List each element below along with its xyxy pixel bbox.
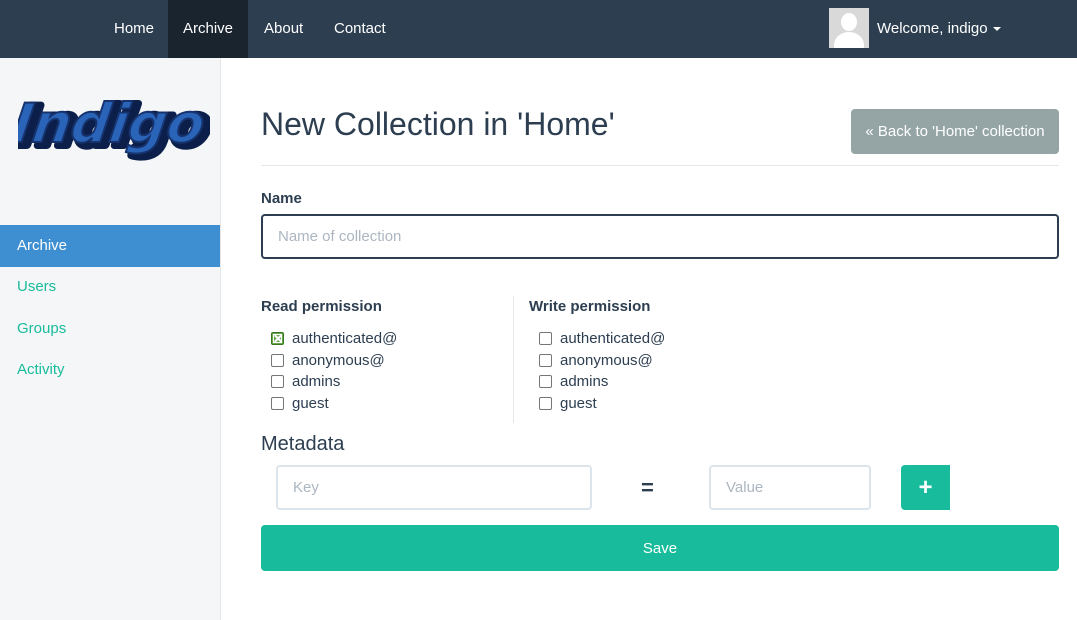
name-label: Name: [261, 190, 302, 207]
read-authenticated-label: authenticated@: [292, 329, 398, 347]
write-option-anonymous: anonymous@: [539, 350, 653, 370]
sidebar-item-archive[interactable]: Archive: [0, 225, 220, 267]
write-guest-checkbox[interactable]: [539, 396, 552, 410]
page-title: New Collection in 'Home': [261, 106, 615, 142]
write-option-guest: guest: [539, 393, 597, 413]
plus-icon: +: [918, 473, 933, 501]
metadata-key-input[interactable]: [276, 465, 592, 510]
welcome-text: Welcome, indigo: [877, 19, 988, 37]
read-guest-checkbox[interactable]: [271, 396, 284, 410]
read-option-authenticated: authenticated@: [271, 328, 397, 348]
save-button[interactable]: Save: [261, 525, 1059, 571]
top-navbar: Home Archive About Contact Welcome, indi…: [0, 0, 1077, 58]
write-authenticated-label: authenticated@: [560, 329, 666, 347]
write-permission-label: Write permission: [529, 298, 651, 315]
write-guest-label: guest: [560, 394, 597, 412]
read-option-guest: guest: [271, 393, 329, 413]
read-permission-label: Read permission: [261, 298, 382, 315]
sidebar: Indigo Indigo Archive Users Groups Activ…: [0, 58, 221, 620]
permission-divider: [513, 296, 514, 423]
nav-archive[interactable]: Archive: [168, 0, 249, 58]
back-to-collection-button[interactable]: « Back to 'Home' collection: [851, 109, 1059, 154]
write-option-admins: admins: [539, 371, 608, 391]
read-authenticated-checkbox[interactable]: [271, 331, 284, 345]
sidebar-item-users[interactable]: Users: [0, 266, 220, 308]
nav-about[interactable]: About: [249, 0, 318, 58]
equals-sign: =: [641, 475, 654, 500]
nav-contact[interactable]: Contact: [319, 0, 401, 58]
write-admins-checkbox[interactable]: [539, 374, 552, 388]
collection-name-input[interactable]: [261, 214, 1059, 259]
title-divider: [261, 165, 1059, 166]
metadata-value-input[interactable]: [709, 465, 871, 510]
write-admins-label: admins: [560, 372, 609, 390]
nav-home[interactable]: Home: [99, 0, 169, 58]
read-admins-checkbox[interactable]: [271, 374, 284, 388]
caret-down-icon: [992, 27, 1001, 31]
write-anonymous-label: anonymous@: [560, 351, 653, 369]
read-option-anonymous: anonymous@: [271, 350, 385, 370]
metadata-heading: Metadata: [261, 433, 345, 455]
read-option-admins: admins: [271, 371, 340, 391]
read-admins-label: admins: [292, 372, 341, 390]
read-guest-label: guest: [292, 394, 329, 412]
avatar: [829, 8, 869, 48]
indigo-logo[interactable]: Indigo Indigo: [18, 86, 210, 166]
sidebar-item-activity[interactable]: Activity: [0, 349, 220, 391]
read-anonymous-label: anonymous@: [292, 351, 385, 369]
add-metadata-button[interactable]: +: [901, 465, 950, 510]
write-option-authenticated: authenticated@: [539, 328, 665, 348]
svg-text:Indigo: Indigo: [18, 92, 209, 155]
write-authenticated-checkbox[interactable]: [539, 331, 552, 345]
write-anonymous-checkbox[interactable]: [539, 353, 552, 367]
sidebar-item-groups[interactable]: Groups: [0, 308, 220, 350]
user-dropdown-toggle[interactable]: Welcome, indigo: [877, 20, 1001, 37]
user-menu[interactable]: Welcome, indigo: [829, 8, 1001, 48]
read-anonymous-checkbox[interactable]: [271, 353, 284, 367]
